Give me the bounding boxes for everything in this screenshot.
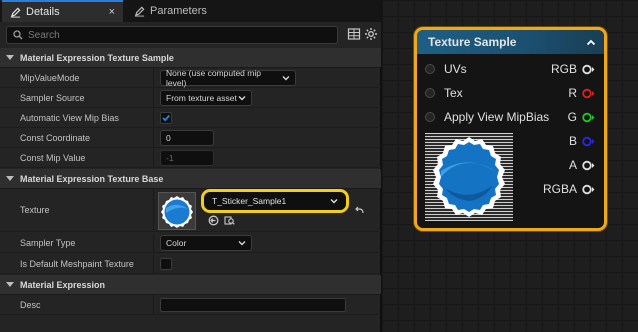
output-pin-icon (582, 64, 595, 74)
property-label: Texture (20, 205, 50, 215)
output-pin-r[interactable]: R (568, 86, 595, 100)
section-title: Material Expression Texture Base (20, 173, 164, 184)
tab-details[interactable]: Details × (2, 0, 123, 22)
automatic-view-mip-bias-checkbox[interactable] (160, 112, 172, 124)
search-box[interactable] (6, 26, 338, 44)
pin-label: UVs (444, 62, 467, 76)
collapse-triangle-icon (6, 176, 14, 181)
tab-bar: Details × Parameters (0, 0, 381, 22)
const-coordinate-input[interactable]: 0 (160, 130, 214, 146)
output-pin-icon (582, 136, 595, 146)
desc-input[interactable] (160, 298, 346, 312)
chevron-down-icon (238, 96, 246, 101)
pin-label: RGBA (542, 182, 577, 196)
property-label: Const Mip Value (20, 153, 86, 163)
search-input[interactable] (28, 29, 308, 41)
section-texture-sample[interactable]: Material Expression Texture Sample (0, 48, 381, 68)
chevron-down-icon (330, 199, 338, 204)
checkmark-icon (162, 114, 170, 122)
row-desc: Desc (0, 295, 381, 315)
output-pin-icon (582, 184, 595, 194)
is-default-meshpaint-checkbox[interactable] (160, 258, 172, 270)
dropdown-value: T_Sticker_Sample1 (212, 196, 287, 206)
const-mip-value-input[interactable]: -1 (160, 150, 214, 166)
reset-arrow-icon[interactable] (354, 206, 365, 217)
property-label: Sampler Source (20, 93, 85, 103)
texture-asset-dropdown[interactable]: T_Sticker_Sample1 (201, 189, 349, 213)
pencil-icon (134, 6, 145, 17)
dropdown-value: From texture asset (166, 93, 237, 103)
section-title: Material Expression Texture Sample (20, 52, 174, 63)
row-const-coordinate: Const Coordinate 0 (0, 128, 381, 148)
pin-label: R (568, 86, 577, 100)
section-texture-base[interactable]: Material Expression Texture Base (0, 169, 381, 189)
row-is-default-meshpaint: Is Default Meshpaint Texture (0, 254, 381, 274)
row-sampler-type: Sampler Type Color (0, 233, 381, 253)
output-pin-icon (582, 88, 595, 98)
pin-dot-icon (425, 112, 435, 122)
row-const-mip-value: Const Mip Value -1 (0, 148, 381, 168)
pin-label: A (568, 158, 577, 172)
chevron-down-icon (282, 76, 290, 81)
dropdown-value: None (use computed mip level) (166, 68, 261, 88)
texture-thumbnail[interactable] (158, 192, 196, 230)
sampler-source-dropdown[interactable]: From texture asset (160, 90, 252, 106)
collapse-triangle-icon (6, 55, 14, 60)
row-sampler-source: Sampler Source From texture asset (0, 88, 381, 108)
row-automatic-view-mip-bias: Automatic View Mip Bias (0, 108, 381, 128)
property-label: MipValueMode (20, 73, 80, 83)
output-pin-g[interactable]: G (568, 110, 595, 124)
input-pin-uvs[interactable]: UVs (425, 62, 467, 76)
chevron-down-icon (238, 241, 246, 246)
input-pin-apply-view-mipbias[interactable]: Apply View MipBias (425, 110, 549, 124)
row-mip-value-mode: MipValueMode None (use computed mip leve… (0, 68, 381, 88)
property-label: Is Default Meshpaint Texture (20, 259, 134, 269)
node-header[interactable]: Texture Sample (417, 30, 604, 54)
pin-label: Apply View MipBias (444, 110, 550, 124)
section-title: Material Expression (20, 279, 106, 290)
sampler-type-dropdown[interactable]: Color (160, 235, 252, 251)
section-material-expression[interactable]: Material Expression (0, 275, 381, 295)
close-icon[interactable]: × (109, 6, 115, 18)
browse-to-asset-icon[interactable] (208, 215, 219, 226)
search-row (0, 22, 381, 48)
sticker-thumbnail-image (159, 193, 195, 229)
output-pin-a[interactable]: A (569, 158, 595, 172)
pin-label: B (568, 134, 577, 148)
output-pin-icon (582, 112, 595, 122)
pencil-icon (10, 7, 21, 18)
gear-icon[interactable] (364, 27, 378, 41)
node-title: Texture Sample (428, 35, 517, 49)
property-label: Const Coordinate (20, 133, 91, 143)
pin-label: Tex (444, 86, 463, 100)
texture-preview-image (425, 133, 513, 221)
details-panel: Details × Parameters Material Expression… (0, 0, 381, 332)
tab-parameters-label: Parameters (150, 5, 207, 17)
property-label: Desc (20, 300, 41, 310)
output-pin-icon (582, 160, 595, 170)
search-icon (13, 30, 23, 40)
output-pin-b[interactable]: B (569, 134, 595, 148)
mip-value-mode-dropdown[interactable]: None (use computed mip level) (160, 68, 296, 88)
pin-label: RGB (550, 62, 577, 76)
chevron-up-icon[interactable] (586, 39, 596, 46)
tab-details-label: Details (26, 6, 60, 18)
property-label: Sampler Type (20, 238, 76, 248)
table-view-icon[interactable] (347, 27, 361, 41)
output-pin-rgb[interactable]: RGB (551, 62, 595, 76)
find-in-browser-icon[interactable] (224, 215, 235, 226)
property-label: Automatic View Mip Bias (20, 113, 119, 123)
dropdown-value: Color (166, 238, 187, 248)
input-pin-tex[interactable]: Tex (425, 86, 463, 100)
texture-sample-node[interactable]: Texture Sample UVs Tex Apply View MipBia… (414, 27, 607, 231)
output-pin-rgba[interactable]: RGBA (543, 182, 595, 196)
collapse-triangle-icon (6, 282, 14, 287)
pin-dot-icon (425, 88, 435, 98)
pin-dot-icon (425, 64, 435, 74)
tab-parameters[interactable]: Parameters (126, 0, 236, 22)
pin-label: G (567, 110, 577, 124)
